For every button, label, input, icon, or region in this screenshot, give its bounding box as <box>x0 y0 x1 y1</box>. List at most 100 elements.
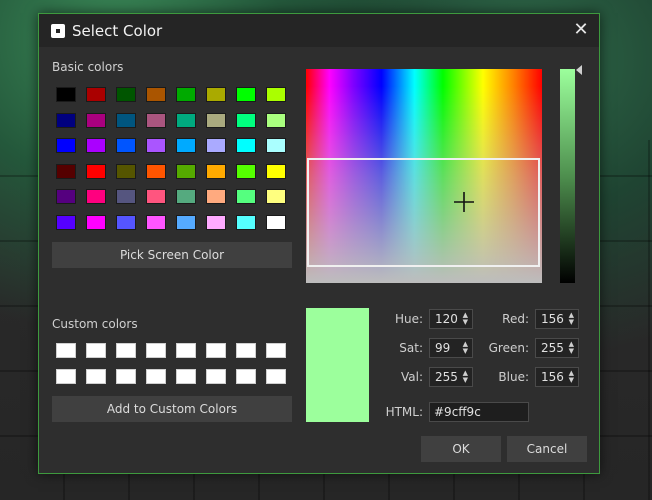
basic-color-swatch[interactable] <box>146 112 166 128</box>
hue-label: Hue: <box>394 312 423 326</box>
basic-color-swatch[interactable] <box>146 87 166 102</box>
basic-color-swatch[interactable] <box>86 87 106 102</box>
blue-spinbox[interactable]: 156 ▲ ▼ <box>535 367 579 387</box>
custom-color-swatch[interactable] <box>116 369 136 384</box>
spin-arrows-icon[interactable]: ▲ ▼ <box>569 370 574 384</box>
basic-color-swatch[interactable] <box>176 163 196 179</box>
basic-color-swatch[interactable] <box>176 189 196 205</box>
luminance-slider[interactable] <box>560 69 575 283</box>
html-label: HTML: <box>385 405 423 419</box>
basic-color-swatch[interactable] <box>56 163 76 179</box>
blue-value: 156 <box>541 370 564 384</box>
custom-colors-label: Custom colors <box>52 317 138 331</box>
basic-color-swatch[interactable] <box>266 138 286 154</box>
sat-value: 99 <box>435 341 451 355</box>
basic-color-swatch[interactable] <box>206 163 226 179</box>
basic-color-swatch[interactable] <box>116 163 136 179</box>
basic-color-swatch[interactable] <box>116 138 136 154</box>
basic-color-swatch[interactable] <box>236 87 256 102</box>
basic-color-swatch[interactable] <box>116 87 136 102</box>
basic-color-swatch[interactable] <box>116 215 136 230</box>
basic-colors-label: Basic colors <box>52 60 124 74</box>
custom-color-swatch[interactable] <box>206 343 226 358</box>
basic-color-swatch[interactable] <box>146 215 166 230</box>
basic-color-swatch[interactable] <box>176 138 196 154</box>
basic-color-swatch[interactable] <box>56 112 76 128</box>
basic-color-swatch[interactable] <box>266 87 286 102</box>
spin-arrows-icon[interactable]: ▲ ▼ <box>569 312 574 326</box>
spin-arrows-icon[interactable]: ▲ ▼ <box>463 341 468 355</box>
basic-color-swatch[interactable] <box>206 189 226 205</box>
custom-color-swatch[interactable] <box>176 369 196 384</box>
val-spinbox[interactable]: 255 ▲ ▼ <box>429 367 473 387</box>
blue-label: Blue: <box>498 370 529 384</box>
basic-color-swatch[interactable] <box>146 189 166 205</box>
custom-color-swatch[interactable] <box>236 343 256 358</box>
custom-color-swatch[interactable] <box>146 343 166 358</box>
custom-color-swatch[interactable] <box>236 369 256 384</box>
basic-color-swatch[interactable] <box>56 87 76 102</box>
basic-color-swatch[interactable] <box>236 138 256 154</box>
basic-color-swatch[interactable] <box>206 87 226 102</box>
green-value: 255 <box>541 341 564 355</box>
basic-color-swatch[interactable] <box>236 163 256 179</box>
pick-screen-color-button[interactable]: Pick Screen Color <box>52 242 292 268</box>
color-preview <box>306 308 369 422</box>
ok-button[interactable]: OK <box>421 436 501 462</box>
dialog-title: Select Color <box>72 21 163 40</box>
val-value: 255 <box>435 370 458 384</box>
basic-color-swatch[interactable] <box>266 215 286 230</box>
basic-color-swatch[interactable] <box>266 163 286 179</box>
crosshair-icon[interactable] <box>453 191 475 213</box>
basic-color-swatch[interactable] <box>176 112 196 128</box>
basic-color-swatch[interactable] <box>86 215 106 230</box>
basic-color-swatch[interactable] <box>56 215 76 230</box>
custom-color-swatch[interactable] <box>116 343 136 358</box>
green-spinbox[interactable]: 255 ▲ ▼ <box>535 338 579 358</box>
basic-color-swatch[interactable] <box>266 189 286 205</box>
basic-color-swatch[interactable] <box>206 138 226 154</box>
custom-color-swatch[interactable] <box>176 343 196 358</box>
basic-color-swatch[interactable] <box>56 189 76 205</box>
spin-arrows-icon[interactable]: ▲ ▼ <box>569 341 574 355</box>
red-value: 156 <box>541 312 564 326</box>
custom-color-swatch[interactable] <box>56 343 76 358</box>
basic-color-swatch[interactable] <box>266 112 286 128</box>
custom-color-swatch[interactable] <box>56 369 76 384</box>
hue-value: 120 <box>435 312 458 326</box>
basic-color-swatch[interactable] <box>86 189 106 205</box>
close-icon[interactable]: ✕ <box>571 20 591 40</box>
luminance-arrow-icon[interactable] <box>576 65 582 75</box>
basic-color-swatch[interactable] <box>236 215 256 230</box>
custom-color-swatch[interactable] <box>266 369 286 384</box>
basic-color-swatch[interactable] <box>146 138 166 154</box>
basic-color-swatch[interactable] <box>206 215 226 230</box>
cancel-button[interactable]: Cancel <box>507 436 587 462</box>
spin-arrows-icon[interactable]: ▲ ▼ <box>463 370 468 384</box>
basic-color-swatch[interactable] <box>146 163 166 179</box>
red-spinbox[interactable]: 156 ▲ ▼ <box>535 309 579 329</box>
basic-color-swatch[interactable] <box>56 138 76 154</box>
spin-arrows-icon[interactable]: ▲ ▼ <box>463 312 468 326</box>
basic-color-swatch[interactable] <box>236 189 256 205</box>
custom-color-swatch[interactable] <box>266 343 286 358</box>
basic-color-swatch[interactable] <box>86 138 106 154</box>
basic-color-swatch[interactable] <box>176 87 196 102</box>
custom-color-swatch[interactable] <box>206 369 226 384</box>
add-to-custom-colors-button[interactable]: Add to Custom Colors <box>52 396 292 422</box>
basic-color-swatch[interactable] <box>116 112 136 128</box>
basic-color-swatch[interactable] <box>236 112 256 128</box>
basic-color-swatch[interactable] <box>86 112 106 128</box>
hue-spinbox[interactable]: 120 ▲ ▼ <box>429 309 473 329</box>
basic-color-swatch[interactable] <box>116 189 136 205</box>
green-label: Green: <box>488 341 529 355</box>
title-bar: Select Color ✕ <box>39 14 599 47</box>
basic-color-swatch[interactable] <box>176 215 196 230</box>
sat-spinbox[interactable]: 99 ▲ ▼ <box>429 338 473 358</box>
custom-color-swatch[interactable] <box>86 343 106 358</box>
basic-color-swatch[interactable] <box>86 163 106 179</box>
custom-color-swatch[interactable] <box>146 369 166 384</box>
html-color-input[interactable]: #9cff9c <box>429 402 529 422</box>
custom-color-swatch[interactable] <box>86 369 106 384</box>
basic-color-swatch[interactable] <box>206 112 226 128</box>
